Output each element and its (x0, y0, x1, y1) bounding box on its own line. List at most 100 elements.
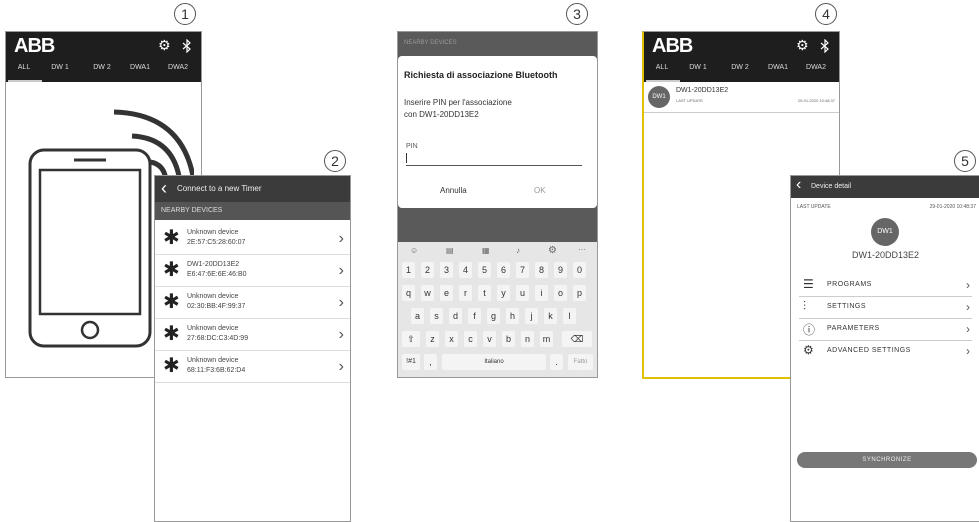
key[interactable]: u (516, 285, 529, 301)
key[interactable]: 6 (497, 262, 510, 278)
clipboard-icon[interactable]: ▤ (446, 246, 454, 255)
synchronize-button[interactable]: SYNCHRONIZE (797, 452, 977, 468)
tab-all[interactable]: ALL (8, 64, 40, 71)
tab-all[interactable]: ALL (646, 64, 678, 71)
key[interactable]: e (440, 285, 453, 301)
menu-item-settings[interactable]: ⫶ SETTINGS › (799, 296, 972, 319)
key[interactable]: 9 (554, 262, 567, 278)
device-name: Unknown device (187, 357, 239, 364)
key[interactable]: m (540, 331, 553, 347)
mic-icon[interactable]: ♪ (516, 246, 520, 255)
menu-item-label: ADVANCED SETTINGS (827, 347, 911, 354)
done-key[interactable]: Fatto (568, 354, 593, 370)
comma-key[interactable]: , (424, 354, 437, 370)
key[interactable]: i (535, 285, 548, 301)
chevron-right-icon: › (966, 300, 970, 314)
screen-bluetooth-pairing: NEARBY DEVICES Richiesta di associazione… (397, 31, 598, 378)
gear-icon[interactable]: ⚙ (796, 37, 809, 54)
back-icon[interactable]: ‹ (161, 178, 167, 199)
key[interactable]: s (430, 308, 443, 324)
cancel-button[interactable]: Annulla (440, 186, 467, 195)
key[interactable]: 0 (573, 262, 586, 278)
key[interactable]: o (554, 285, 567, 301)
tab-dw2[interactable]: DW 2 (724, 64, 756, 71)
tab-dw1[interactable]: DW 1 (44, 64, 76, 71)
key[interactable]: l (563, 308, 576, 324)
keyboard-icon[interactable]: ▦ (482, 246, 490, 255)
sliders-icon: ⫶ (803, 299, 807, 313)
menu-item-advanced-settings[interactable]: ⚙ ADVANCED SETTINGS › (799, 340, 972, 362)
dialog-title: Richiesta di associazione Bluetooth (404, 70, 558, 80)
step-number-2: 2 (324, 150, 346, 172)
key[interactable]: x (445, 331, 458, 347)
key[interactable]: 2 (421, 262, 434, 278)
tab-dwa2[interactable]: DWA2 (162, 64, 194, 71)
device-row[interactable]: ✱ Unknown device 27:68:DC:C3:4D:99 › (155, 320, 350, 351)
device-row[interactable]: ✱ DW1-20DD13E2 E6:47:6E:6E:46:B0 › (155, 256, 350, 287)
backspace-key[interactable]: ⌫ (562, 331, 592, 347)
menu-item-parameters[interactable]: ⓘ PARAMETERS › (799, 318, 972, 341)
key[interactable]: j (525, 308, 538, 324)
tab-dwa1[interactable]: DWA1 (762, 64, 794, 71)
back-icon[interactable]: ‹ (796, 176, 801, 194)
tab-dw1[interactable]: DW 1 (682, 64, 714, 71)
device-mac: 02:30:BB:4F:99:37 (187, 303, 246, 310)
key[interactable]: 8 (535, 262, 548, 278)
device-avatar: DW1 (648, 86, 670, 108)
chevron-right-icon: › (966, 278, 970, 292)
key[interactable]: 7 (516, 262, 529, 278)
device-row[interactable]: ✱ Unknown device 68:11:F3:6B:62:D4 › (155, 352, 350, 383)
key[interactable]: w (421, 285, 434, 301)
key[interactable]: v (483, 331, 496, 347)
device-name: DW1-20DD13E2 (676, 87, 729, 94)
device-row[interactable]: ✱ Unknown device 02:30:BB:4F:99:37 › (155, 288, 350, 319)
key[interactable]: h (506, 308, 519, 324)
abb-logo: ABB (652, 35, 693, 57)
gear-icon[interactable]: ⚙ (548, 245, 557, 256)
key[interactable]: y (497, 285, 510, 301)
bluetooth-icon[interactable] (182, 39, 192, 53)
space-key[interactable]: Italiano (442, 354, 546, 370)
key[interactable]: t (478, 285, 491, 301)
device-mac: 68:11:F3:6B:62:D4 (187, 367, 246, 374)
period-key[interactable]: . (550, 354, 563, 370)
menu-item-label: PROGRAMS (827, 281, 872, 288)
key[interactable]: 5 (478, 262, 491, 278)
key[interactable]: r (459, 285, 472, 301)
symbols-key[interactable]: !#1 (402, 354, 420, 370)
list-icon: ☰ (803, 277, 814, 291)
pin-input[interactable] (406, 153, 582, 166)
key[interactable]: p (573, 285, 586, 301)
key[interactable]: d (449, 308, 462, 324)
tab-dwa2[interactable]: DWA2 (800, 64, 832, 71)
key[interactable]: g (487, 308, 500, 324)
tab-indicator (8, 80, 42, 82)
key[interactable]: c (464, 331, 477, 347)
key[interactable]: z (426, 331, 439, 347)
shift-key[interactable]: ⇧ (402, 331, 420, 347)
device-row[interactable]: ✱ Unknown device 2E:57:C5:28:60:07 › (155, 224, 350, 255)
bluetooth-icon: ✱ (163, 259, 180, 281)
key[interactable]: a (411, 308, 424, 324)
key[interactable]: b (502, 331, 515, 347)
gear-icon[interactable]: ⚙ (158, 37, 171, 54)
key[interactable]: f (468, 308, 481, 324)
key[interactable]: n (521, 331, 534, 347)
bluetooth-icon[interactable] (820, 39, 830, 53)
pin-label: PIN (406, 143, 418, 150)
emoji-icon[interactable]: ☺ (410, 246, 418, 255)
key[interactable]: 4 (459, 262, 472, 278)
tab-dw2[interactable]: DW 2 (86, 64, 118, 71)
step-number-1: 1 (174, 3, 196, 25)
device-list-item[interactable]: DW1 DW1-20DD13E2 LAST UPDATE 29-01-2020 … (644, 82, 839, 113)
key[interactable]: 1 (402, 262, 415, 278)
menu-item-programs[interactable]: ☰ PROGRAMS › (799, 274, 972, 297)
key[interactable]: k (544, 308, 557, 324)
key[interactable]: 3 (440, 262, 453, 278)
key[interactable]: q (402, 285, 415, 301)
menu-item-label: SETTINGS (827, 303, 867, 310)
ok-button[interactable]: OK (534, 186, 546, 195)
tab-dwa1[interactable]: DWA1 (124, 64, 156, 71)
more-icon[interactable]: ··· (578, 245, 586, 254)
device-mac: 27:68:DC:C3:4D:99 (187, 335, 249, 342)
